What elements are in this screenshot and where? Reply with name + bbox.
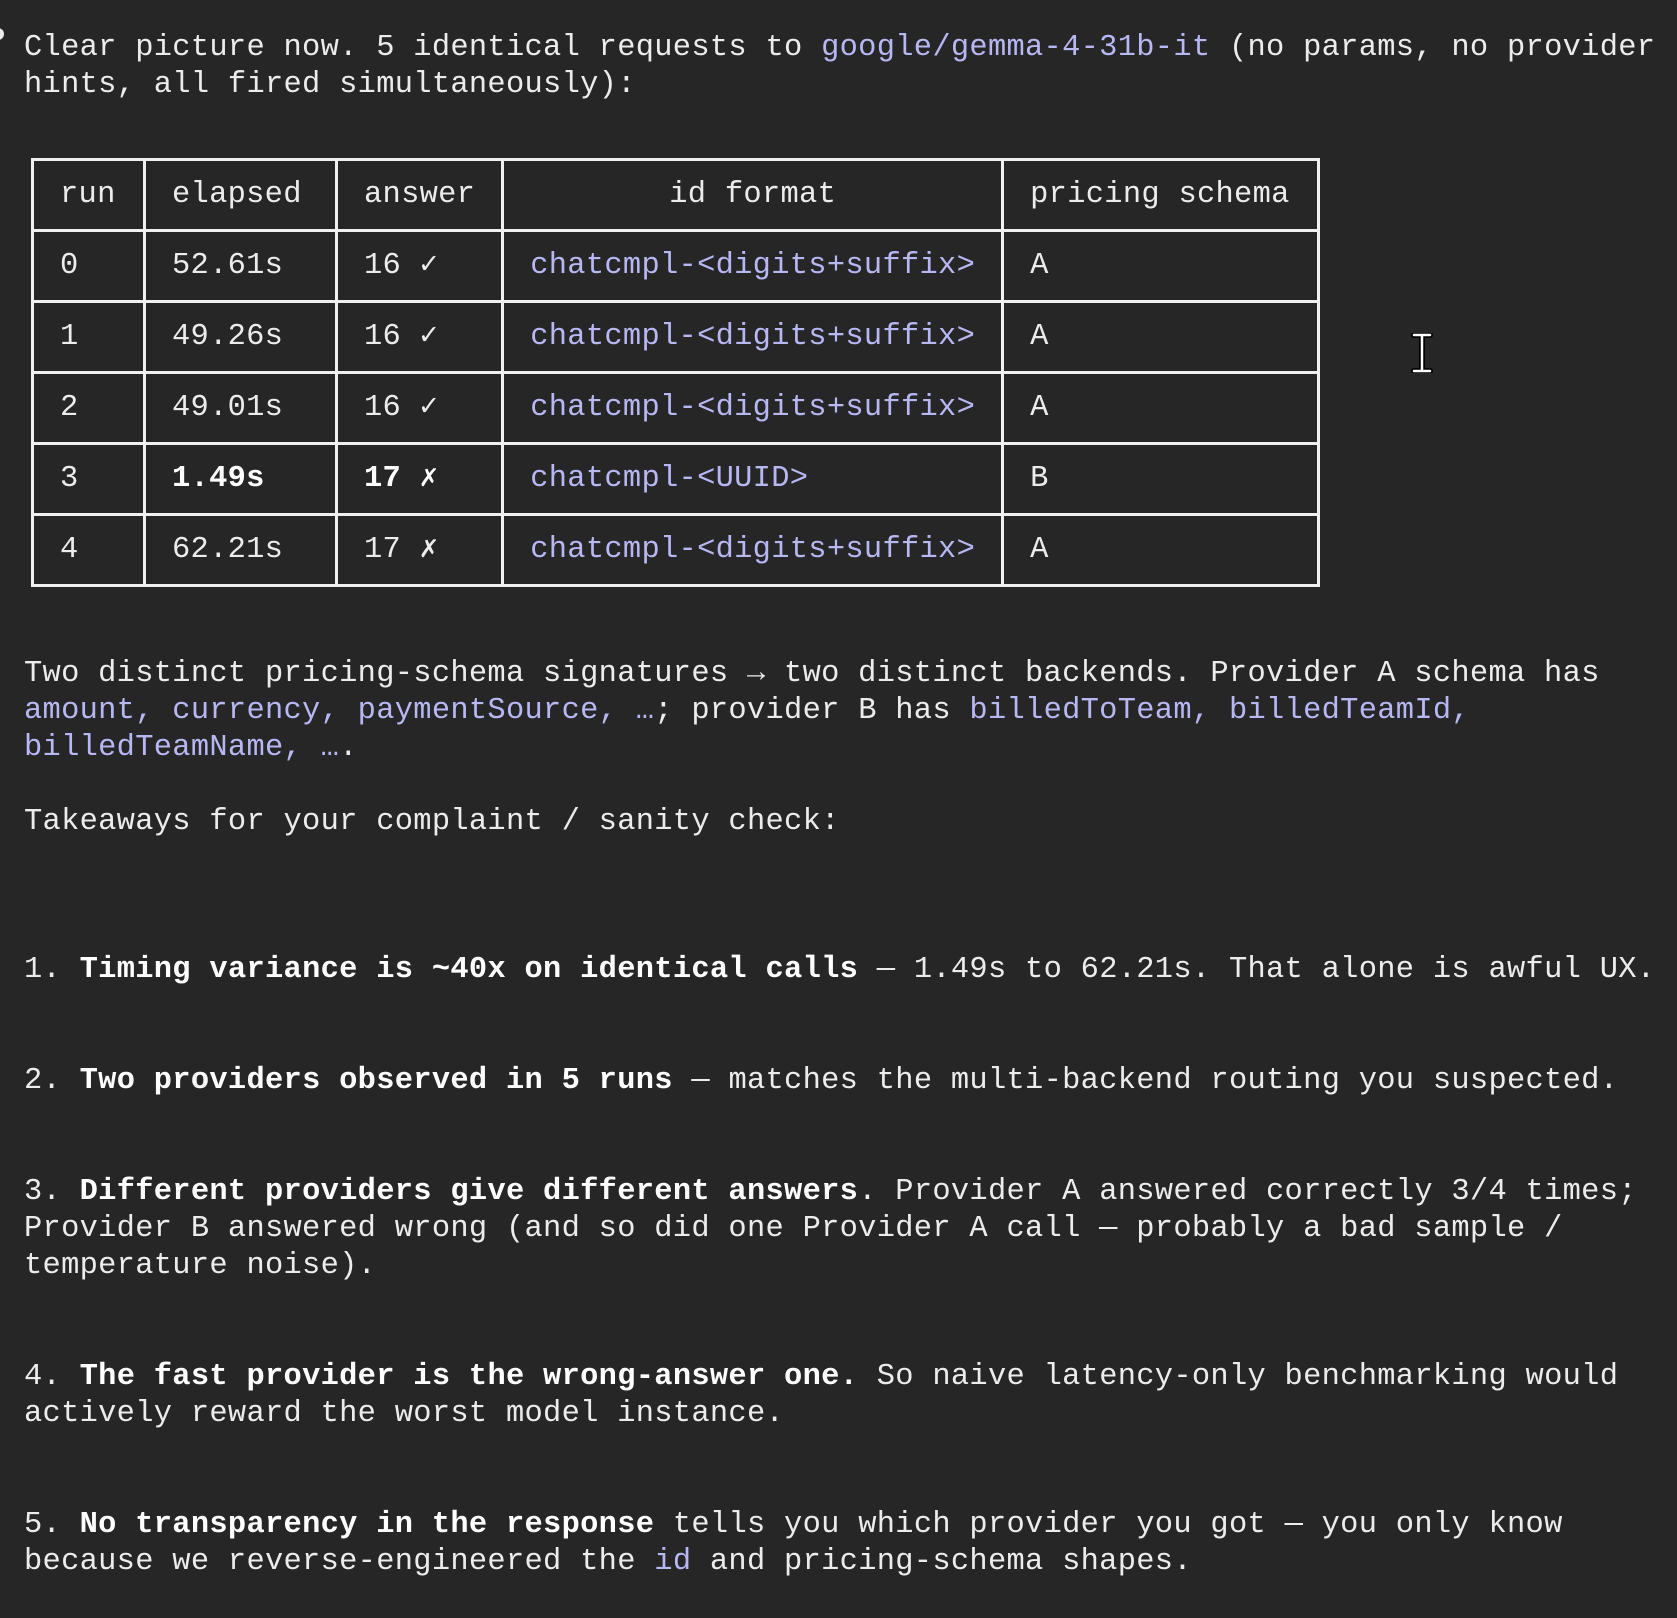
cell-pricing-schema: A: [1001, 371, 1321, 445]
message-bullet-icon: [0, 28, 4, 40]
summary-text-2: ; provider B has: [654, 694, 970, 728]
cell-answer: 17 ✗: [334, 513, 505, 587]
list-item: 4. The fast provider is the wrong-answer…: [24, 1359, 1674, 1433]
cell-elapsed: 52.61s: [143, 229, 338, 303]
item-bold: No transparency in the response: [79, 1508, 655, 1542]
item-text: — 1.49s to 62.21s. That alone is awful U…: [858, 953, 1656, 987]
cell-pricing-schema: A: [1001, 513, 1321, 587]
cell-elapsed: 49.01s: [143, 371, 338, 445]
item-bold: The fast provider is the wrong-answer on…: [79, 1360, 859, 1394]
table-row-highlighted: 3 1.49s 17 ✗ chatcmpl-<UUID> B: [31, 442, 1321, 516]
cell-elapsed: 1.49s: [143, 442, 338, 516]
item-bold: Two providers observed in 5 runs: [79, 1064, 673, 1098]
intro-paragraph: Clear picture now. 5 identical requests …: [24, 30, 1674, 104]
cell-run: 3: [31, 442, 146, 516]
cell-answer: 17 ✗: [334, 442, 505, 516]
cell-run: 4: [31, 513, 146, 587]
list-item: 5. No transparency in the response tells…: [24, 1507, 1674, 1581]
cell-answer: 16 ✓: [334, 371, 505, 445]
schema-a-fields: amount, currency, paymentSource, …: [24, 694, 655, 728]
header-id-format: id format: [501, 158, 1005, 232]
cell-id-format: chatcmpl-<digits+suffix>: [501, 513, 1005, 587]
cell-pricing-schema: B: [1001, 442, 1321, 516]
header-elapsed: elapsed: [143, 158, 338, 232]
item-bold: Timing variance is ~40x on identical cal…: [79, 953, 859, 987]
text-cursor-icon: [1411, 333, 1433, 373]
summary-paragraph: Two distinct pricing-schema signatures →…: [24, 656, 1674, 767]
model-name: google/gemma-4-31b-it: [821, 31, 1211, 65]
cell-run: 1: [31, 300, 146, 374]
summary-text-1: Two distinct pricing-schema signatures →…: [24, 657, 1619, 691]
item-number: 3.: [24, 1175, 80, 1209]
item-number: 4.: [24, 1360, 80, 1394]
header-pricing-schema: pricing schema: [1001, 158, 1321, 232]
item-number: 2.: [24, 1064, 80, 1098]
list-item: 3. Different providers give different an…: [24, 1174, 1674, 1285]
table-header-row: run elapsed answer id format pricing sch…: [31, 158, 1321, 232]
cell-elapsed: 62.21s: [143, 513, 338, 587]
cell-pricing-schema: A: [1001, 300, 1321, 374]
cell-id-format: chatcmpl-<digits+suffix>: [501, 229, 1005, 303]
cell-run: 2: [31, 371, 146, 445]
results-table: run elapsed answer id format pricing sch…: [31, 158, 1321, 587]
header-answer: answer: [334, 158, 505, 232]
intro-prefix: Clear picture now. 5 identical requests …: [24, 31, 822, 65]
table-row: 4 62.21s 17 ✗ chatcmpl-<digits+suffix> A: [31, 513, 1321, 587]
cell-run: 0: [31, 229, 146, 303]
summary-text-3: .: [339, 731, 358, 765]
table-row: 1 49.26s 16 ✓ chatcmpl-<digits+suffix> A: [31, 300, 1321, 374]
item-text: — matches the multi-backend routing you …: [672, 1064, 1619, 1098]
takeaways-list: 1. Timing variance is ~40x on identical …: [24, 878, 1674, 1618]
list-item: 2. Two providers observed in 5 runs — ma…: [24, 1063, 1674, 1100]
list-item: 1. Timing variance is ~40x on identical …: [24, 952, 1674, 989]
cell-answer: 16 ✓: [334, 300, 505, 374]
cell-id-format: chatcmpl-<digits+suffix>: [501, 300, 1005, 374]
cell-answer: 16 ✓: [334, 229, 505, 303]
cell-pricing-schema: A: [1001, 229, 1321, 303]
item-number: 5.: [24, 1508, 80, 1542]
item-number: 1.: [24, 953, 80, 987]
cell-elapsed: 49.26s: [143, 300, 338, 374]
item-code: id: [654, 1545, 692, 1579]
cell-id-format: chatcmpl-<UUID>: [501, 442, 1005, 516]
item-bold: Different providers give different answe…: [79, 1175, 859, 1209]
takeaways-heading: Takeaways for your complaint / sanity ch…: [24, 805, 840, 839]
table-row: 2 49.01s 16 ✓ chatcmpl-<digits+suffix> A: [31, 371, 1321, 445]
header-run: run: [31, 158, 146, 232]
item-text-end: and pricing-schema shapes.: [691, 1545, 1192, 1579]
cell-id-format: chatcmpl-<digits+suffix>: [501, 371, 1005, 445]
table-row: 0 52.61s 16 ✓ chatcmpl-<digits+suffix> A: [31, 229, 1321, 303]
